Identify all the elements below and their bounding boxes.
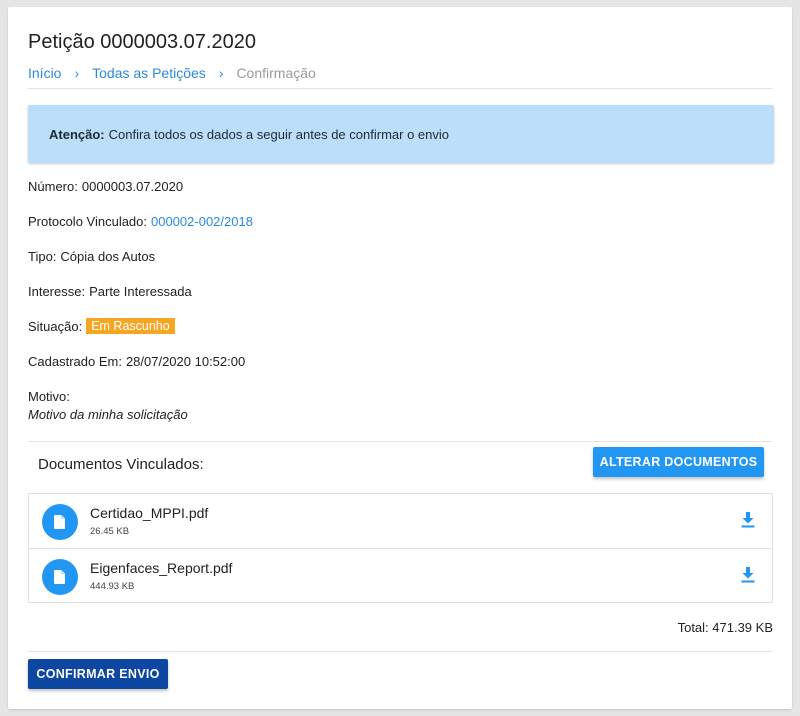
field-label: Protocolo Vinculado:	[28, 214, 148, 229]
page-title: Petição 0000003.07.2020	[28, 31, 256, 53]
protocolo-link[interactable]: 000002-002/2018	[151, 214, 253, 229]
download-icon[interactable]	[739, 565, 757, 585]
status-badge: Em Rascunho	[86, 318, 175, 334]
field-interesse: Interesse: Parte Interessada	[28, 284, 192, 299]
field-value: 0000003.07.2020	[81, 179, 184, 194]
motivo-value: Motivo da minha solicitação	[28, 407, 188, 422]
document-name: Eigenfaces_Report.pdf	[90, 560, 233, 576]
breadcrumb-inicio[interactable]: Início	[28, 65, 61, 81]
document-name: Certidao_MPPI.pdf	[90, 505, 209, 521]
list-item: Certidao_MPPI.pdf 26.45 KB	[29, 494, 772, 548]
breadcrumb-current: Confirmação	[236, 65, 316, 81]
divider	[28, 651, 772, 652]
field-numero: Número: 0000003.07.2020	[28, 179, 183, 194]
field-protocolo: Protocolo Vinculado: 000002-002/2018	[28, 214, 253, 229]
field-cadastrado: Cadastrado Em: 28/07/2020 10:52:00	[28, 354, 245, 369]
field-value: Parte Interessada	[89, 284, 192, 299]
file-icon	[42, 559, 78, 595]
file-icon	[42, 504, 78, 540]
field-label: Número:	[28, 179, 78, 194]
divider	[28, 88, 772, 89]
list-item: Eigenfaces_Report.pdf 444.93 KB	[29, 548, 772, 602]
chevron-right-icon: ›	[218, 65, 224, 81]
field-value: Cópia dos Autos	[60, 249, 156, 264]
alert-text: Confira todos os dados a seguir antes de…	[108, 126, 449, 142]
documents-list: Certidao_MPPI.pdf 26.45 KB Eigenfaces_Re…	[28, 493, 773, 603]
alter-documents-button[interactable]: ALTERAR DOCUMENTOS	[593, 447, 764, 477]
field-situacao: Situação: Em Rascunho	[28, 318, 175, 334]
field-tipo: Tipo: Cópia dos Autos	[28, 249, 155, 264]
field-label: Interesse:	[28, 284, 86, 299]
field-value: 28/07/2020 10:52:00	[125, 354, 246, 369]
documents-title: Documentos Vinculados:	[38, 456, 204, 473]
breadcrumb-todas-peticoes[interactable]: Todas as Petições	[92, 65, 206, 81]
field-label: Motivo:	[28, 389, 70, 404]
petition-card: Petição 0000003.07.2020 Início › Todas a…	[8, 7, 792, 709]
download-icon[interactable]	[739, 510, 757, 530]
document-size: 26.45 KB	[90, 526, 130, 537]
field-label: Cadastrado Em:	[28, 354, 122, 369]
divider	[28, 441, 772, 442]
breadcrumb: Início › Todas as Petições › Confirmação	[28, 65, 316, 81]
documents-total: Total: 471.39 KB	[677, 620, 773, 635]
field-label: Tipo:	[28, 249, 57, 264]
chevron-right-icon: ›	[74, 65, 80, 81]
field-label: Situação:	[28, 318, 83, 334]
attention-alert: Atenção: Confira todos os dados a seguir…	[28, 105, 774, 163]
field-motivo: Motivo:	[28, 389, 74, 404]
document-size: 444.93 KB	[90, 581, 135, 592]
confirm-submit-button[interactable]: CONFIRMAR ENVIO	[28, 659, 168, 689]
alert-strong: Atenção:	[49, 126, 105, 142]
